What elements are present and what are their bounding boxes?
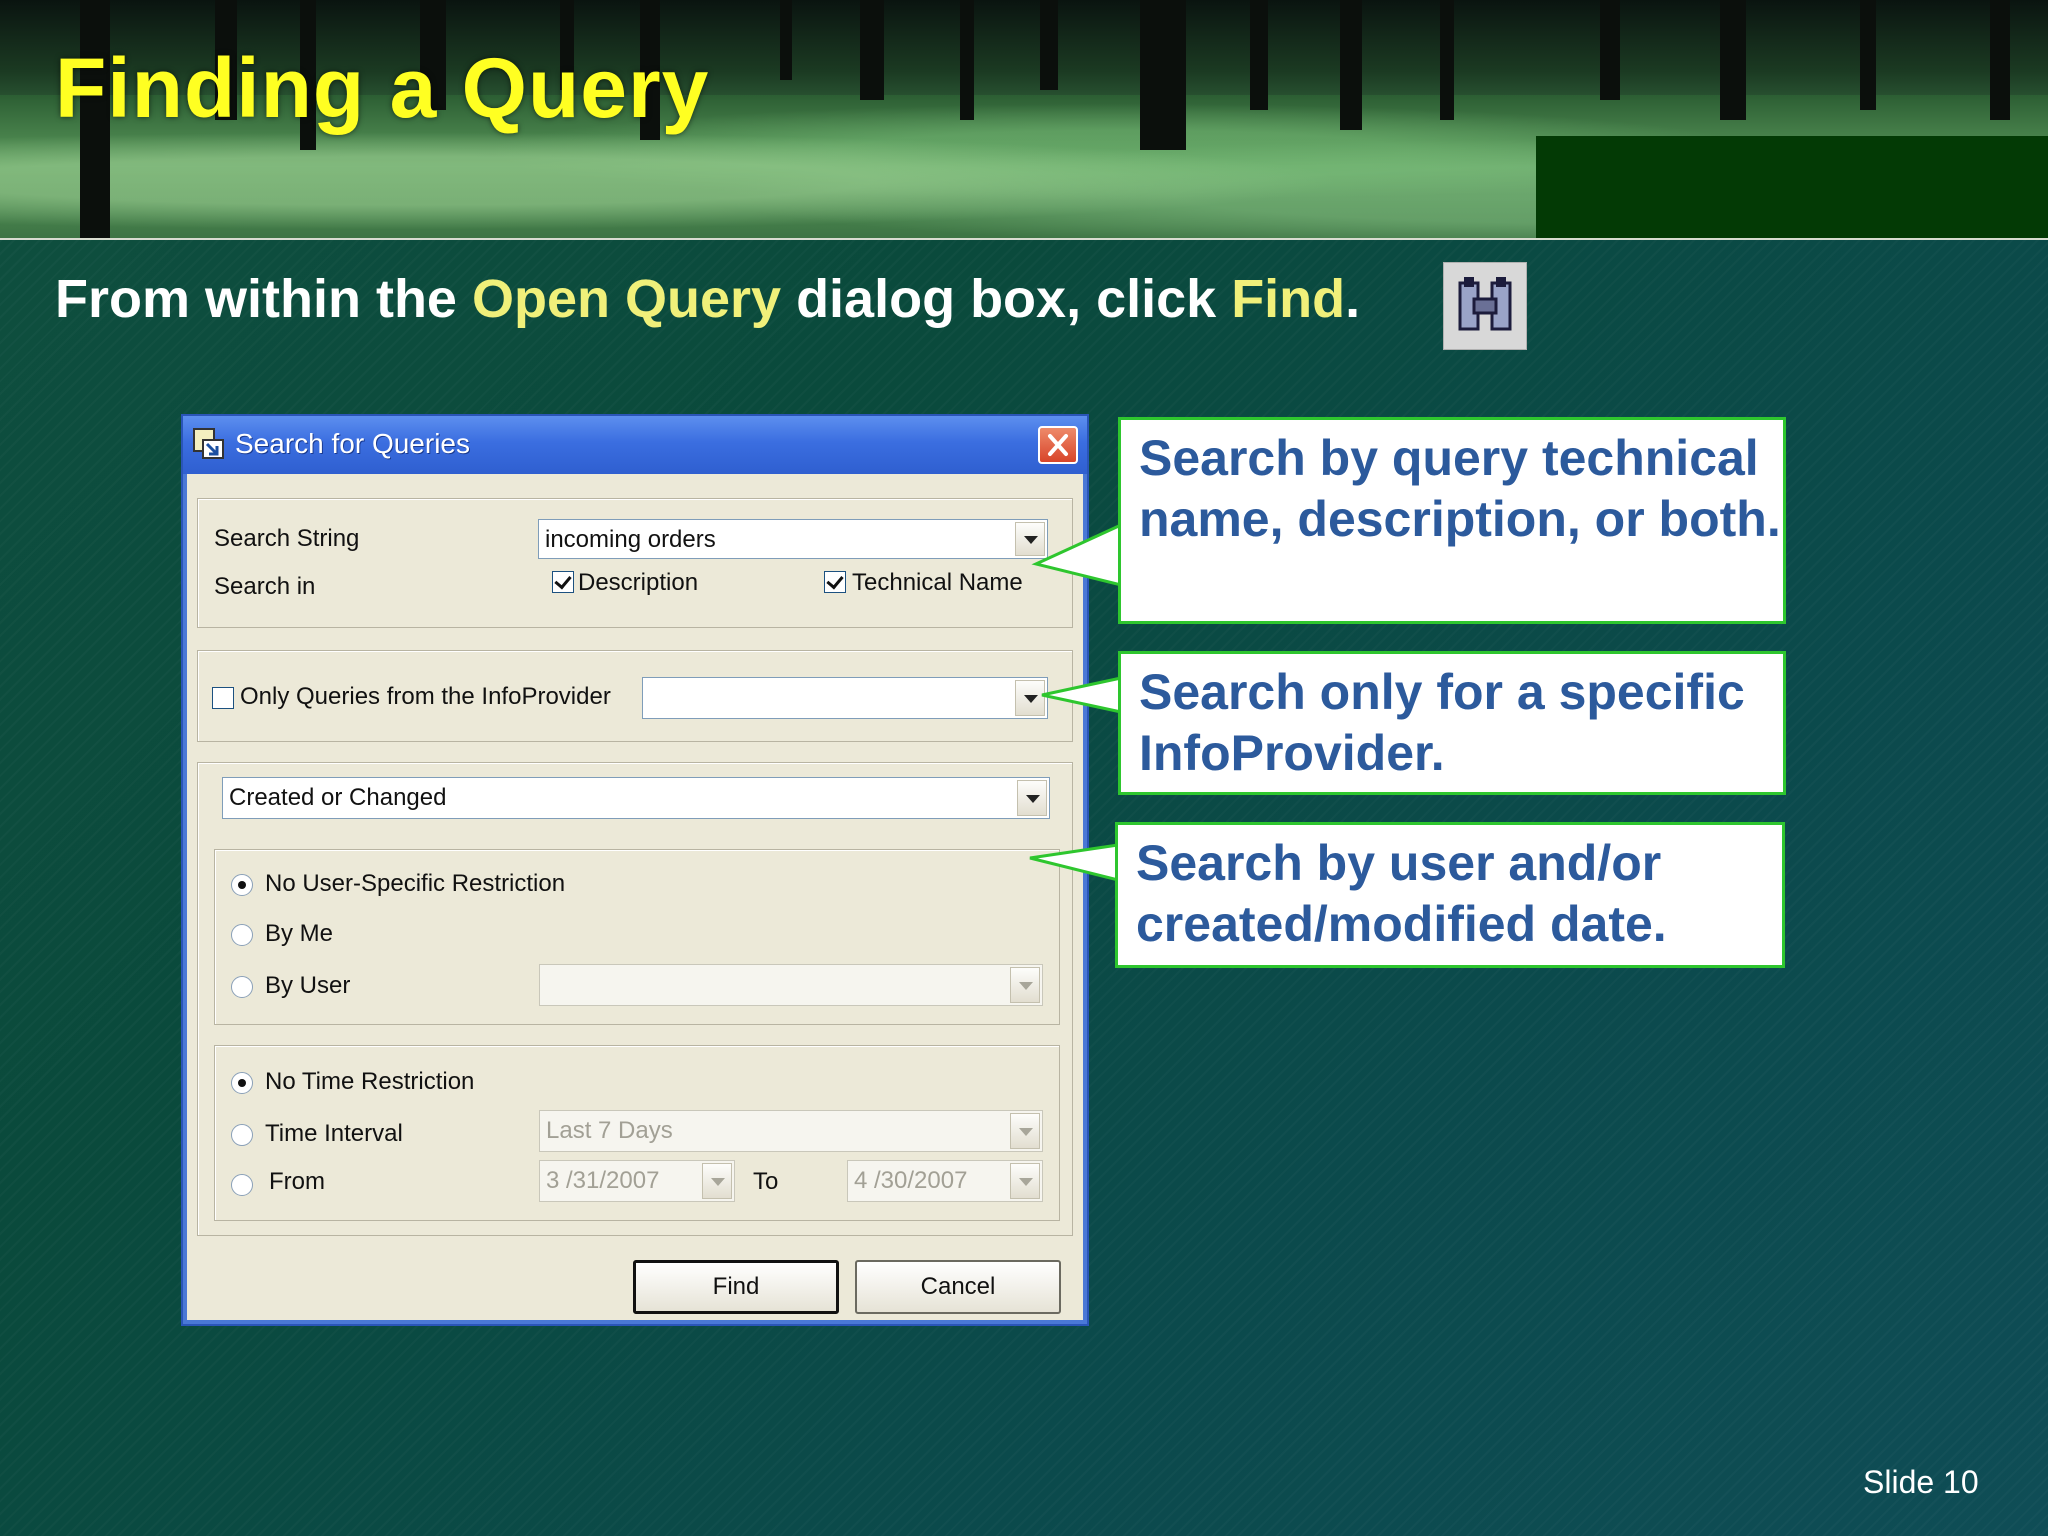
chevron-down-icon[interactable] [1015, 522, 1045, 556]
tree-trunk [1250, 0, 1268, 110]
by-user-select[interactable] [539, 964, 1043, 1006]
from-date-value: 3 /31/2007 [546, 1167, 660, 1194]
subtitle-highlight-find: Find [1231, 269, 1346, 329]
tree-trunk [1340, 0, 1362, 130]
chevron-down-icon[interactable] [1017, 780, 1047, 816]
subtitle-text: From within the [55, 269, 472, 329]
banner-dark-box [1536, 136, 2048, 238]
search-string-group: Search String incoming orders Search in … [197, 498, 1073, 628]
created-changed-select[interactable]: Created or Changed [222, 777, 1050, 819]
tree-trunk [860, 0, 884, 100]
no-time-restriction-radio[interactable] [231, 1072, 253, 1094]
tree-trunk [1140, 0, 1186, 150]
find-button[interactable]: Find [633, 1260, 839, 1314]
created-changed-value: Created or Changed [229, 784, 447, 811]
subtitle-text: dialog box, click [781, 269, 1232, 329]
user-restriction-group: No User-Specific Restriction By Me By Us… [214, 849, 1060, 1025]
by-me-label: By Me [265, 920, 334, 947]
chevron-down-icon[interactable] [1010, 1113, 1040, 1149]
tree-trunk [780, 0, 792, 80]
tree-trunk [960, 0, 974, 120]
to-date-picker[interactable]: 4 /30/2007 [847, 1160, 1043, 1202]
binoculars-icon[interactable] [1443, 262, 1527, 350]
callout-search-by-user-text: Search by user and/or created/modified d… [1136, 835, 1667, 952]
technical-name-label: Technical Name [852, 569, 1023, 596]
technical-name-checkbox[interactable] [824, 571, 846, 593]
time-interval-label: Time Interval [265, 1120, 403, 1147]
time-interval-value: Last 7 Days [546, 1117, 673, 1144]
infoprovider-checkbox[interactable] [212, 687, 234, 709]
by-user-radio[interactable] [231, 976, 253, 998]
search-in-label: Search in [214, 573, 316, 600]
infoprovider-group: Only Queries from the InfoProvider [197, 650, 1073, 742]
slide-title: Finding a Query [55, 41, 710, 135]
tree-trunk [1600, 0, 1620, 100]
slide-number: Slide 10 [1863, 1464, 1979, 1500]
search-string-label: Search String [214, 525, 360, 552]
no-time-restriction-label: No Time Restriction [265, 1068, 475, 1095]
from-date-picker[interactable]: 3 /31/2007 [539, 1160, 735, 1202]
search-string-input[interactable]: incoming orders [538, 519, 1048, 559]
time-restriction-group: No Time Restriction Time Interval Last 7… [214, 1045, 1060, 1221]
created-changed-group: Created or Changed No User-Specific Rest… [197, 762, 1073, 1236]
no-user-restriction-radio[interactable] [231, 874, 253, 896]
search-for-queries-dialog: Search for Queries Search String incomin… [181, 414, 1089, 1326]
description-label: Description [578, 569, 699, 596]
close-icon [1048, 434, 1068, 456]
time-interval-select[interactable]: Last 7 Days [539, 1110, 1043, 1152]
tree-trunk [1440, 0, 1454, 120]
chevron-down-icon[interactable] [1010, 1163, 1040, 1199]
tree-trunk [1040, 0, 1058, 90]
slide-subtitle: From within the Open Query dialog box, c… [55, 268, 1360, 330]
from-radio[interactable] [231, 1174, 253, 1196]
chevron-down-icon[interactable] [1010, 967, 1040, 1003]
cancel-button[interactable]: Cancel [855, 1260, 1061, 1314]
callout-search-infoprovider-text: Search only for a specific InfoProvider. [1139, 664, 1745, 781]
app-icon [193, 428, 225, 460]
callout-search-infoprovider: Search only for a specific InfoProvider. [1118, 651, 1786, 795]
description-checkbox[interactable] [552, 571, 574, 593]
search-string-value: incoming orders [545, 526, 716, 553]
from-label: From [269, 1168, 325, 1195]
callout-search-by-user: Search by user and/or created/modified d… [1115, 822, 1785, 968]
dialog-title: Search for Queries [235, 428, 470, 459]
to-date-value: 4 /30/2007 [854, 1167, 968, 1194]
dialog-titlebar[interactable]: Search for Queries [183, 416, 1087, 474]
by-user-label: By User [265, 972, 351, 999]
subtitle-text: . [1345, 269, 1361, 329]
by-me-radio[interactable] [231, 924, 253, 946]
close-button[interactable] [1038, 426, 1078, 464]
banner-divider [0, 238, 2048, 240]
time-interval-radio[interactable] [231, 1124, 253, 1146]
to-label: To [753, 1168, 779, 1195]
subtitle-highlight-open-query: Open Query [471, 269, 782, 329]
chevron-down-icon[interactable] [702, 1163, 732, 1199]
tree-trunk [1720, 0, 1746, 120]
callout-search-by-name: Search by query technical name, descript… [1118, 417, 1786, 624]
no-user-restriction-label: No User-Specific Restriction [265, 870, 566, 897]
callout-search-by-name-text: Search by query technical name, descript… [1139, 430, 1781, 547]
tree-trunk [1990, 0, 2010, 120]
infoprovider-label: Only Queries from the InfoProvider [240, 683, 611, 710]
chevron-down-icon[interactable] [1015, 680, 1045, 716]
tree-trunk [1860, 0, 1876, 110]
infoprovider-select[interactable] [642, 677, 1048, 719]
dialog-client-area: Search String incoming orders Search in … [187, 474, 1083, 1320]
